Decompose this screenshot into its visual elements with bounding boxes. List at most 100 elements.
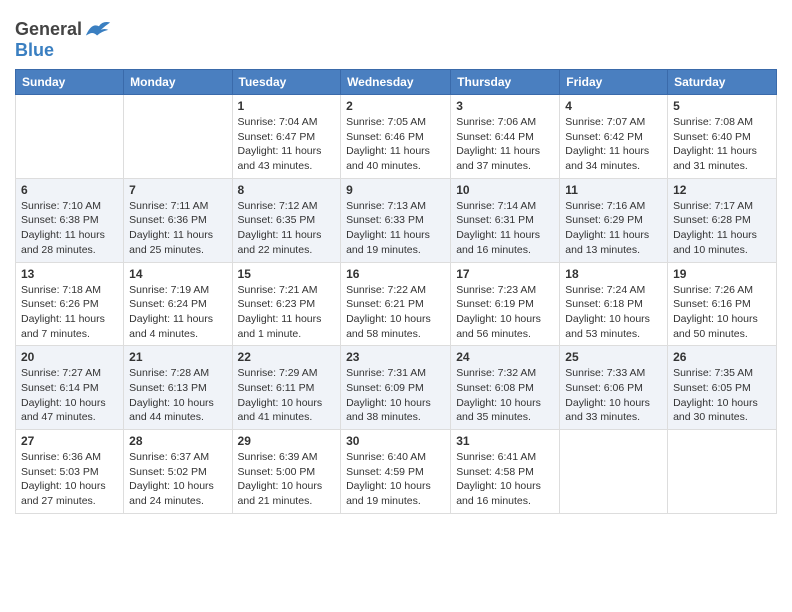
calendar-cell: 9 Sunrise: 7:13 AM Sunset: 6:33 PM Daylig…: [341, 178, 451, 262]
day-info: Sunrise: 7:13 AM Sunset: 6:33 PM Dayligh…: [346, 199, 445, 258]
day-number: 7: [129, 183, 226, 197]
day-number: 22: [238, 350, 336, 364]
day-info: Sunrise: 6:36 AM Sunset: 5:03 PM Dayligh…: [21, 450, 118, 509]
day-info: Sunrise: 7:04 AM Sunset: 6:47 PM Dayligh…: [238, 115, 336, 174]
day-number: 21: [129, 350, 226, 364]
calendar-week-row: 27 Sunrise: 6:36 AM Sunset: 5:03 PM Dayli…: [16, 430, 777, 514]
day-info: Sunrise: 7:08 AM Sunset: 6:40 PM Dayligh…: [673, 115, 771, 174]
calendar-cell: 14 Sunrise: 7:19 AM Sunset: 6:24 PM Dayli…: [124, 262, 232, 346]
day-number: 4: [565, 99, 662, 113]
day-info: Sunrise: 7:06 AM Sunset: 6:44 PM Dayligh…: [456, 115, 554, 174]
day-header-saturday: Saturday: [668, 70, 777, 95]
day-info: Sunrise: 7:11 AM Sunset: 6:36 PM Dayligh…: [129, 199, 226, 258]
day-number: 2: [346, 99, 445, 113]
calendar-cell: [560, 430, 668, 514]
day-info: Sunrise: 7:17 AM Sunset: 6:28 PM Dayligh…: [673, 199, 771, 258]
calendar-cell: 22 Sunrise: 7:29 AM Sunset: 6:11 PM Dayli…: [232, 346, 341, 430]
day-header-tuesday: Tuesday: [232, 70, 341, 95]
calendar-table: SundayMondayTuesdayWednesdayThursdayFrid…: [15, 69, 777, 514]
calendar-cell: 10Sunrise: 7:14 AM Sunset: 6:31 PM Dayli…: [451, 178, 560, 262]
day-info: Sunrise: 7:18 AM Sunset: 6:26 PM Dayligh…: [21, 283, 118, 342]
page-header: General Blue: [15, 10, 777, 61]
calendar-week-row: 6Sunrise: 7:10 AM Sunset: 6:38 PM Daylig…: [16, 178, 777, 262]
calendar-cell: 29 Sunrise: 6:39 AM Sunset: 5:00 PM Dayli…: [232, 430, 341, 514]
day-number: 30: [346, 434, 445, 448]
day-info: Sunrise: 7:35 AM Sunset: 6:05 PM Dayligh…: [673, 366, 771, 425]
day-header-thursday: Thursday: [451, 70, 560, 95]
day-number: 14: [129, 267, 226, 281]
calendar-week-row: 1Sunrise: 7:04 AM Sunset: 6:47 PM Daylig…: [16, 95, 777, 179]
day-number: 15: [238, 267, 336, 281]
day-number: 17: [456, 267, 554, 281]
day-number: 23: [346, 350, 445, 364]
calendar-cell: 27 Sunrise: 6:36 AM Sunset: 5:03 PM Dayli…: [16, 430, 124, 514]
day-header-wednesday: Wednesday: [341, 70, 451, 95]
calendar-cell: [668, 430, 777, 514]
calendar-cell: 31Sunrise: 6:41 AM Sunset: 4:58 PM Dayli…: [451, 430, 560, 514]
calendar-cell: 24Sunrise: 7:32 AM Sunset: 6:08 PM Dayli…: [451, 346, 560, 430]
day-number: 31: [456, 434, 554, 448]
day-info: Sunrise: 7:29 AM Sunset: 6:11 PM Dayligh…: [238, 366, 336, 425]
calendar-cell: 3 Sunrise: 7:06 AM Sunset: 6:44 PM Daylig…: [451, 95, 560, 179]
day-info: Sunrise: 7:27 AM Sunset: 6:14 PM Dayligh…: [21, 366, 118, 425]
day-number: 19: [673, 267, 771, 281]
logo-general-text: General: [15, 19, 82, 40]
day-header-sunday: Sunday: [16, 70, 124, 95]
day-number: 27: [21, 434, 118, 448]
calendar-cell: 21Sunrise: 7:28 AM Sunset: 6:13 PM Dayli…: [124, 346, 232, 430]
calendar-cell: 28Sunrise: 6:37 AM Sunset: 5:02 PM Dayli…: [124, 430, 232, 514]
day-number: 24: [456, 350, 554, 364]
calendar-cell: 18 Sunrise: 7:24 AM Sunset: 6:18 PM Dayli…: [560, 262, 668, 346]
day-number: 25: [565, 350, 662, 364]
day-number: 3: [456, 99, 554, 113]
day-number: 5: [673, 99, 771, 113]
day-number: 16: [346, 267, 445, 281]
calendar-cell: 6Sunrise: 7:10 AM Sunset: 6:38 PM Daylig…: [16, 178, 124, 262]
calendar-cell: 4 Sunrise: 7:07 AM Sunset: 6:42 PM Daylig…: [560, 95, 668, 179]
day-info: Sunrise: 7:21 AM Sunset: 6:23 PM Dayligh…: [238, 283, 336, 342]
day-number: 18: [565, 267, 662, 281]
day-info: Sunrise: 7:31 AM Sunset: 6:09 PM Dayligh…: [346, 366, 445, 425]
day-info: Sunrise: 7:22 AM Sunset: 6:21 PM Dayligh…: [346, 283, 445, 342]
calendar-cell: 13Sunrise: 7:18 AM Sunset: 6:26 PM Dayli…: [16, 262, 124, 346]
day-info: Sunrise: 7:33 AM Sunset: 6:06 PM Dayligh…: [565, 366, 662, 425]
calendar-cell: 17 Sunrise: 7:23 AM Sunset: 6:19 PM Dayli…: [451, 262, 560, 346]
day-info: Sunrise: 7:07 AM Sunset: 6:42 PM Dayligh…: [565, 115, 662, 174]
logo: General Blue: [15, 18, 112, 61]
calendar-cell: 11 Sunrise: 7:16 AM Sunset: 6:29 PM Dayli…: [560, 178, 668, 262]
calendar-week-row: 20Sunrise: 7:27 AM Sunset: 6:14 PM Dayli…: [16, 346, 777, 430]
calendar-cell: [124, 95, 232, 179]
calendar-cell: [16, 95, 124, 179]
calendar-cell: 16 Sunrise: 7:22 AM Sunset: 6:21 PM Dayli…: [341, 262, 451, 346]
day-info: Sunrise: 7:23 AM Sunset: 6:19 PM Dayligh…: [456, 283, 554, 342]
day-number: 10: [456, 183, 554, 197]
day-info: Sunrise: 7:26 AM Sunset: 6:16 PM Dayligh…: [673, 283, 771, 342]
day-info: Sunrise: 7:10 AM Sunset: 6:38 PM Dayligh…: [21, 199, 118, 258]
day-info: Sunrise: 7:12 AM Sunset: 6:35 PM Dayligh…: [238, 199, 336, 258]
calendar-cell: 20Sunrise: 7:27 AM Sunset: 6:14 PM Dayli…: [16, 346, 124, 430]
calendar-cell: 19 Sunrise: 7:26 AM Sunset: 6:16 PM Dayli…: [668, 262, 777, 346]
calendar-cell: 30 Sunrise: 6:40 AM Sunset: 4:59 PM Dayli…: [341, 430, 451, 514]
calendar-cell: 2Sunrise: 7:05 AM Sunset: 6:46 PM Daylig…: [341, 95, 451, 179]
day-info: Sunrise: 7:19 AM Sunset: 6:24 PM Dayligh…: [129, 283, 226, 342]
day-info: Sunrise: 6:39 AM Sunset: 5:00 PM Dayligh…: [238, 450, 336, 509]
day-info: Sunrise: 6:40 AM Sunset: 4:59 PM Dayligh…: [346, 450, 445, 509]
day-number: 8: [238, 183, 336, 197]
day-number: 12: [673, 183, 771, 197]
day-number: 9: [346, 183, 445, 197]
calendar-cell: 26 Sunrise: 7:35 AM Sunset: 6:05 PM Dayli…: [668, 346, 777, 430]
calendar-cell: 8 Sunrise: 7:12 AM Sunset: 6:35 PM Daylig…: [232, 178, 341, 262]
logo-bird-icon: [84, 18, 112, 40]
calendar-cell: 15 Sunrise: 7:21 AM Sunset: 6:23 PM Dayli…: [232, 262, 341, 346]
calendar-cell: 25 Sunrise: 7:33 AM Sunset: 6:06 PM Dayli…: [560, 346, 668, 430]
calendar-header-row: SundayMondayTuesdayWednesdayThursdayFrid…: [16, 70, 777, 95]
day-number: 26: [673, 350, 771, 364]
day-number: 29: [238, 434, 336, 448]
day-number: 28: [129, 434, 226, 448]
day-header-monday: Monday: [124, 70, 232, 95]
day-info: Sunrise: 7:24 AM Sunset: 6:18 PM Dayligh…: [565, 283, 662, 342]
day-info: Sunrise: 7:16 AM Sunset: 6:29 PM Dayligh…: [565, 199, 662, 258]
day-number: 11: [565, 183, 662, 197]
calendar-cell: 1Sunrise: 7:04 AM Sunset: 6:47 PM Daylig…: [232, 95, 341, 179]
calendar-week-row: 13Sunrise: 7:18 AM Sunset: 6:26 PM Dayli…: [16, 262, 777, 346]
